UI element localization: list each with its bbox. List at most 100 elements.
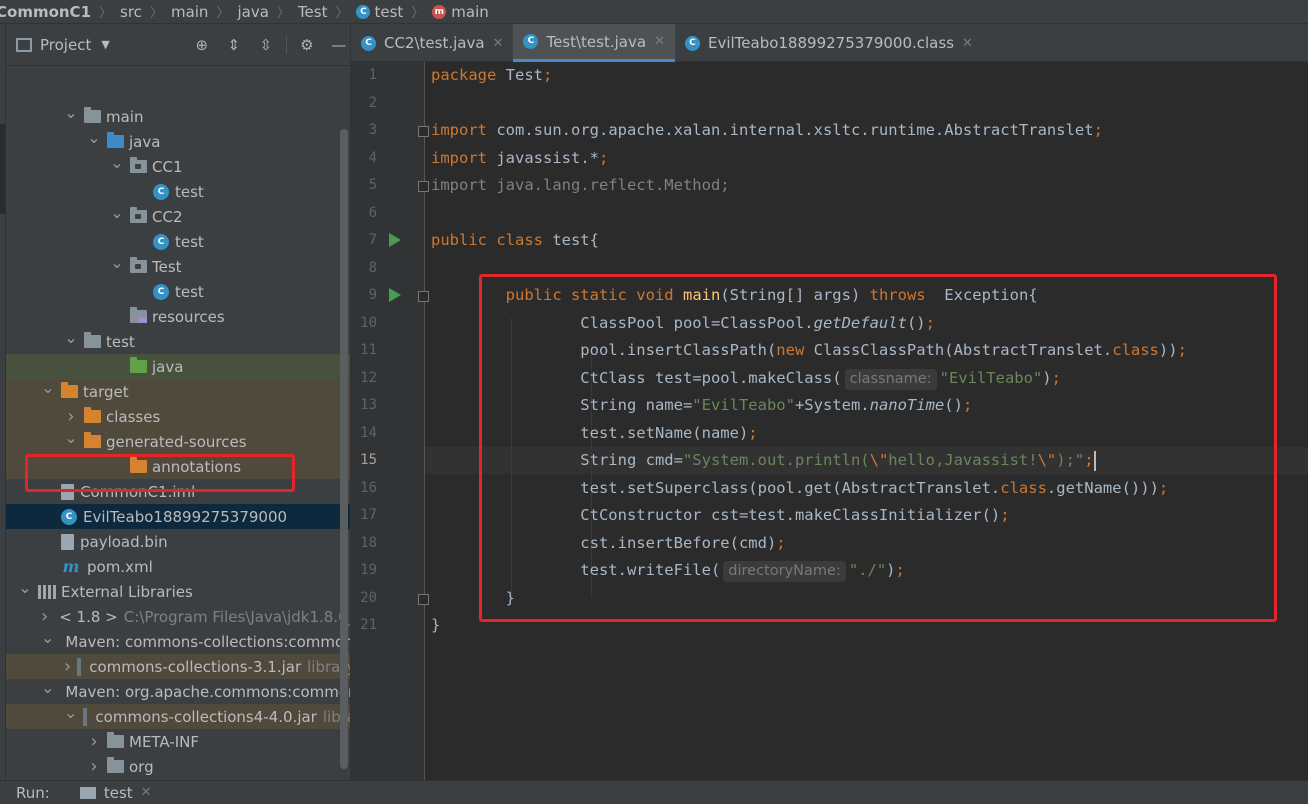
tree-item-label: commons-collections4-4.0.jar <box>95 707 317 726</box>
locate-icon[interactable]: ⊕ <box>194 37 210 53</box>
gear-icon[interactable]: ⚙ <box>299 37 315 53</box>
tree-item[interactable]: ›Ctest <box>6 279 350 304</box>
tree-item[interactable]: › org <box>6 754 350 779</box>
expand-all-icon[interactable]: ⇕ <box>226 37 242 53</box>
tree-item-label: generated-sources <box>106 432 247 451</box>
fold-marker-icon[interactable] <box>418 593 429 605</box>
editor-tab[interactable]: C EvilTeabo18899275379000.class ✕ <box>675 24 983 62</box>
tree-item[interactable]: ⌄ java <box>6 128 350 154</box>
tree-item[interactable]: ⌄ target <box>6 378 350 404</box>
tree-item[interactable]: ›annotations <box>6 454 350 479</box>
breadcrumb-separator: 〉 <box>335 6 349 21</box>
tool-strip-marker[interactable] <box>0 124 5 214</box>
close-icon[interactable]: ✕ <box>962 36 973 51</box>
folder-icon <box>84 332 101 348</box>
tree-item[interactable]: ›Ctest <box>6 229 350 254</box>
tree-item[interactable]: ›payload.bin <box>6 529 350 554</box>
tree-item[interactable]: ⌄ Maven: commons-collections:common <box>6 628 350 654</box>
chevron-down-icon[interactable]: ⌄ <box>87 128 101 147</box>
chevron-down-icon[interactable]: ⌄ <box>41 378 55 397</box>
chevron-down-icon[interactable]: ⌄ <box>110 153 124 172</box>
fold-marker-icon[interactable] <box>418 126 429 137</box>
breadcrumb-class[interactable]: Ctest <box>352 0 407 23</box>
tree-item[interactable]: ›mpom.xml <box>6 554 350 579</box>
breadcrumb-project[interactable]: CommonC1 <box>0 0 95 23</box>
run-tool-bar: Run: test ✕ <box>0 780 1308 804</box>
tree-item[interactable]: ›commons-collections-3.1.jarlibrary <box>6 654 350 679</box>
line-number: 13 <box>360 397 377 413</box>
tree-item[interactable]: ⌄ External Libraries <box>6 578 350 604</box>
tree-item-label: test <box>175 232 204 251</box>
close-icon[interactable]: ✕ <box>141 785 152 800</box>
inlay-hint-classname: classname: <box>844 368 937 390</box>
chevron-down-icon[interactable]: ⌄ <box>110 203 124 222</box>
breadcrumb-method[interactable]: m main <box>428 0 492 23</box>
text-caret <box>1093 450 1096 471</box>
run-gutter-icon[interactable] <box>389 288 401 302</box>
tree-item[interactable]: ⌄ generated-sources <box>6 428 350 454</box>
chevron-right-icon[interactable]: › <box>64 406 78 427</box>
tree-item[interactable]: › classes <box>6 404 350 429</box>
tree-item[interactable]: ›CommonC1.iml <box>6 479 350 504</box>
tree-item-label: annotations <box>152 457 242 476</box>
chevron-right-icon[interactable]: › <box>87 756 101 777</box>
tree-item-label: CC1 <box>152 157 183 176</box>
line-number: 20 <box>360 589 377 606</box>
class-icon: C <box>153 283 169 300</box>
class-icon: C <box>684 35 700 51</box>
tree-item[interactable]: ⌄ Maven: org.apache.commons:common <box>6 678 350 704</box>
project-view-selector[interactable]: Project ▼ <box>16 36 110 54</box>
collapse-all-icon[interactable]: ⇳ <box>258 37 274 53</box>
breadcrumb-main[interactable]: main <box>167 0 212 23</box>
chevron-down-icon[interactable]: ⌄ <box>110 253 124 272</box>
chevron-down-icon[interactable]: ⌄ <box>41 678 54 697</box>
tree-item[interactable]: ⌄ test <box>6 328 350 354</box>
fold-marker-icon[interactable] <box>418 181 429 192</box>
editor-tab[interactable]: C Test\test.java ✕ <box>513 24 675 62</box>
chevron-down-icon[interactable]: ⌄ <box>41 628 54 647</box>
breadcrumb-java[interactable]: java <box>233 0 272 23</box>
tree-item[interactable]: ⌄ Test <box>6 253 350 279</box>
tree-item[interactable]: ›CEvilTeabo18899275379000 <box>6 504 350 529</box>
tree-item[interactable]: ⌄ CC2 <box>6 203 350 229</box>
tree-item[interactable]: ⌄ main <box>6 103 350 129</box>
breadcrumb-package[interactable]: Test <box>294 0 332 23</box>
code-line-1: package Test; <box>431 66 553 84</box>
editor-tab-label: EvilTeabo18899275379000.class <box>707 34 955 52</box>
breadcrumb-separator: 〉 <box>216 6 230 21</box>
code-line-16: test.setSuperclass(pool.get(AbstractTran… <box>431 478 1169 497</box>
hide-icon[interactable]: — <box>331 37 347 53</box>
close-icon[interactable]: ✕ <box>493 36 504 51</box>
project-scrollbar[interactable] <box>340 129 348 769</box>
tree-item[interactable]: › < 1.8 > C:\Program Files\Java\jdk1.8.0_ <box>6 604 350 629</box>
tree-item[interactable]: ›java <box>6 354 350 379</box>
fold-marker-icon[interactable] <box>418 291 429 302</box>
tree-item[interactable]: ›Ctest <box>6 179 350 204</box>
library-icon <box>38 584 56 599</box>
code-line-7: public class test{ <box>431 231 599 249</box>
breadcrumb-src[interactable]: src <box>116 0 146 23</box>
tree-item[interactable]: › META-INF <box>6 729 350 754</box>
chevron-down-icon[interactable]: ⌄ <box>64 428 78 447</box>
tree-item-label: main <box>106 107 144 126</box>
tree-item[interactable]: ›resources <box>6 304 350 329</box>
line-number: 15 <box>360 452 377 468</box>
tree-item[interactable]: ⌄ CC1 <box>6 153 350 179</box>
tree-item[interactable]: ⌄commons-collections4-4.0.jarlibrar <box>6 703 350 729</box>
editor-tab[interactable]: C CC2\test.java ✕ <box>351 24 513 62</box>
run-gutter-icon[interactable] <box>389 233 401 247</box>
chevron-down-icon[interactable]: ⌄ <box>64 328 78 347</box>
chevron-down-icon[interactable]: ⌄ <box>64 103 78 122</box>
chevron-right-icon[interactable]: › <box>41 606 48 627</box>
navigation-bar: CommonC1 〉 src 〉 main 〉 java 〉 Test 〉 Ct… <box>0 0 1308 24</box>
run-config-icon <box>79 786 96 799</box>
run-tab[interactable]: test ✕ <box>79 784 152 802</box>
tree-item-label: pom.xml <box>87 557 153 576</box>
code-area[interactable]: package Test; import com.sun.org.apache.… <box>431 62 1308 780</box>
code-line-17: CtConstructor cst=test.makeClassInitiali… <box>431 506 1010 524</box>
chevron-down-icon[interactable]: ⌄ <box>18 578 32 597</box>
chevron-right-icon[interactable]: › <box>87 731 101 752</box>
chevron-right-icon[interactable]: › <box>64 656 71 677</box>
chevron-down-icon[interactable]: ⌄ <box>64 703 77 722</box>
close-icon[interactable]: ✕ <box>654 34 665 49</box>
